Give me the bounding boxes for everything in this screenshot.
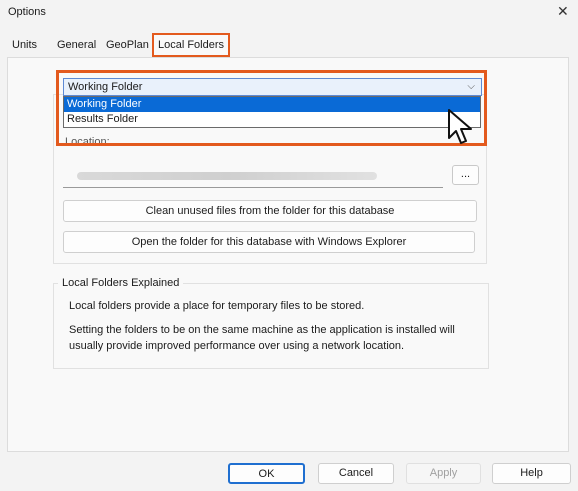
highlight-annotation-box (56, 70, 487, 146)
window-title: Options (8, 6, 46, 18)
explained-text-2: Setting the folders to be on the same ma… (69, 324, 455, 352)
ok-button[interactable]: OK (228, 463, 305, 484)
cancel-button[interactable]: Cancel (318, 463, 394, 484)
location-path-field[interactable] (63, 163, 443, 188)
explained-text-1: Local folders provide a place for tempor… (69, 300, 365, 312)
explained-title: Local Folders Explained (58, 277, 184, 289)
close-icon[interactable]: ✕ (557, 3, 569, 20)
help-button[interactable]: Help (492, 463, 571, 484)
tab-general[interactable]: General (57, 39, 96, 51)
tab-geoplan[interactable]: GeoPlan (106, 39, 149, 51)
tab-units[interactable]: Units (12, 39, 37, 51)
mouse-pointer-icon (448, 109, 472, 144)
path-text-blurred (77, 172, 377, 180)
browse-button[interactable]: ... (452, 165, 479, 185)
open-folder-explorer-button[interactable]: Open the folder for this database with W… (63, 231, 475, 253)
tab-local-folders[interactable]: Local Folders (152, 33, 230, 57)
clean-unused-files-button[interactable]: Clean unused files from the folder for t… (63, 200, 477, 222)
apply-button[interactable]: Apply (406, 463, 481, 484)
